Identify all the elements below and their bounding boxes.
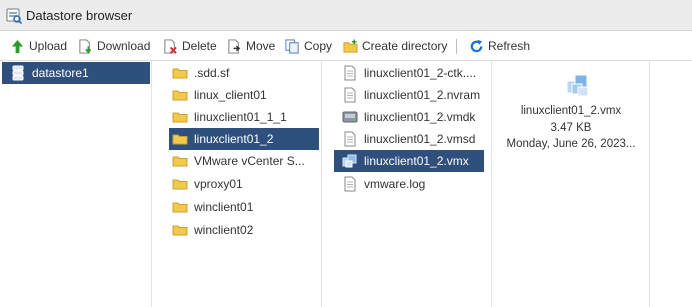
disk-icon — [342, 111, 358, 123]
file-item[interactable]: linuxclient01_2.vmsd — [342, 128, 488, 150]
detail-file-size: 3.47 KB — [550, 122, 592, 134]
file-icon — [344, 65, 356, 81]
new-folder-icon — [343, 38, 358, 53]
folder-icon — [172, 156, 188, 167]
upload-label: Upload — [29, 39, 68, 53]
file-label: linuxclient01_2.nvram — [364, 88, 481, 102]
window-title: Datastore browser — [26, 8, 133, 23]
title-bar: Datastore browser — [0, 0, 692, 31]
create-directory-button[interactable]: Create directory — [343, 38, 447, 54]
file-icon — [344, 87, 356, 103]
folder-item[interactable]: linuxclient01_1_1 — [172, 106, 318, 128]
refresh-button[interactable]: Refresh — [469, 38, 530, 54]
folder-item[interactable]: linuxclient01_2 — [169, 128, 319, 150]
file-label: vmware.log — [364, 177, 426, 191]
folder-item[interactable]: winclient02 — [172, 219, 318, 241]
folder-icon — [172, 202, 188, 213]
file-icon — [344, 131, 356, 147]
create-directory-label: Create directory — [362, 39, 448, 53]
folder-item[interactable]: linux_client01 — [172, 84, 318, 106]
folder-icon — [172, 134, 188, 145]
file-label: linuxclient01_2.vmsd — [364, 132, 476, 146]
file-item[interactable]: linuxclient01_2.vmx — [334, 150, 484, 172]
download-icon — [79, 38, 92, 54]
detail-file-name: linuxclient01_2.vmx — [520, 105, 622, 117]
toolbar: Upload Download Delete Move Copy Create … — [0, 31, 692, 61]
datastore-column: datastore1 — [0, 61, 152, 307]
upload-icon — [11, 39, 24, 53]
file-label: linuxclient01_2-ctk.... — [364, 66, 477, 80]
delete-button[interactable]: Delete — [163, 38, 217, 54]
folder-label: linuxclient01_2 — [194, 132, 274, 146]
move-label: Move — [246, 39, 276, 53]
folder-item[interactable]: .sdd.sf — [172, 62, 318, 84]
refresh-label: Refresh — [488, 39, 531, 53]
download-label: Download — [97, 39, 151, 53]
move-icon — [228, 38, 241, 54]
empty-column — [650, 61, 692, 307]
datastore-icon — [12, 65, 24, 81]
vm-icon — [342, 154, 357, 168]
folder-item[interactable]: winclient01 — [172, 196, 318, 218]
vm-icon — [566, 74, 589, 97]
folder-icon — [172, 68, 188, 79]
folder-column: .sdd.sf linux_client01 linuxclient01_1_1… — [152, 61, 322, 307]
folder-item[interactable]: vproxy01 — [172, 173, 318, 195]
datastore-label: datastore1 — [32, 66, 89, 80]
folder-label: winclient02 — [194, 223, 254, 237]
folder-item[interactable]: VMware vCenter S... — [172, 150, 318, 172]
folder-label: linuxclient01_1_1 — [194, 110, 287, 124]
delete-icon — [164, 38, 177, 54]
file-icon — [344, 176, 356, 192]
file-item[interactable]: vmware.log — [342, 173, 488, 195]
folder-icon — [172, 179, 188, 190]
move-button[interactable]: Move — [227, 38, 275, 54]
folder-label: .sdd.sf — [194, 66, 230, 80]
copy-button[interactable]: Copy — [285, 38, 332, 54]
copy-icon — [285, 38, 299, 54]
folder-label: winclient01 — [194, 200, 254, 214]
datastore-item[interactable]: datastore1 — [2, 62, 150, 84]
file-column: linuxclient01_2-ctk.... linuxclient01_2.… — [322, 61, 492, 307]
delete-label: Delete — [182, 39, 217, 53]
copy-label: Copy — [304, 39, 333, 53]
folder-icon — [172, 225, 188, 236]
details-column: linuxclient01_2.vmx 3.47 KB Monday, June… — [492, 61, 650, 307]
folder-label: vproxy01 — [194, 177, 243, 191]
folder-label: linux_client01 — [194, 88, 267, 102]
refresh-icon — [470, 39, 483, 52]
folder-icon — [172, 112, 188, 123]
folder-icon — [172, 90, 188, 101]
toolbar-divider — [456, 39, 457, 54]
file-label: linuxclient01_2.vmdk — [364, 110, 476, 124]
file-item[interactable]: linuxclient01_2.nvram — [342, 84, 488, 106]
upload-button[interactable]: Upload — [10, 38, 67, 54]
folder-label: VMware vCenter S... — [194, 154, 305, 168]
download-button[interactable]: Download — [78, 38, 150, 54]
file-label: linuxclient01_2.vmx — [364, 154, 469, 168]
file-item[interactable]: linuxclient01_2-ctk.... — [342, 62, 488, 84]
file-item[interactable]: linuxclient01_2.vmdk — [342, 106, 488, 128]
datastore-browser-icon — [6, 8, 22, 24]
detail-modified-date: Monday, June 26, 2023... — [506, 138, 636, 150]
